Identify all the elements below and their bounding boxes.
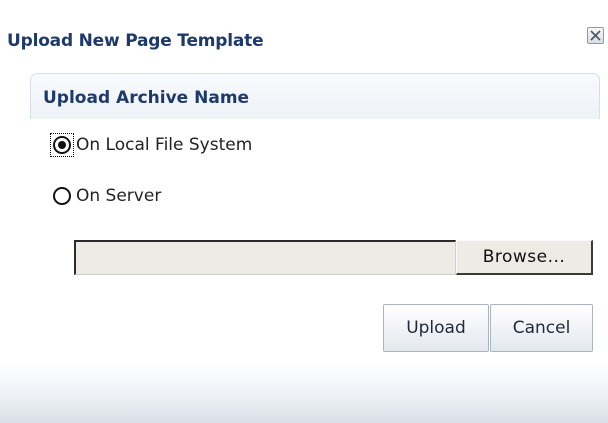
close-icon [590,30,601,41]
radio-focus-ring[interactable] [50,133,74,157]
radio-label-server[interactable]: On Server [76,186,161,206]
dialog-title: Upload New Page Template [7,31,264,51]
radio-option-local-file-system[interactable]: On Local File System [50,132,252,158]
radio-selected-dot [58,141,66,149]
file-path-input[interactable] [74,240,456,275]
close-button[interactable] [587,27,604,44]
cancel-button[interactable]: Cancel [490,304,593,352]
radio-button-local[interactable] [53,136,71,154]
section-title: Upload Archive Name [43,88,250,108]
dialog-title-bar: Upload New Page Template [0,0,608,70]
upload-page-template-dialog: Upload New Page Template Upload Archive … [0,0,608,423]
browse-button[interactable]: Browse... [456,240,593,275]
upload-button[interactable]: Upload [383,304,489,352]
upload-archive-section-header: Upload Archive Name [30,73,600,119]
radio-button-server[interactable] [53,187,71,205]
radio-wrap-server[interactable] [50,184,74,208]
radio-label-local[interactable]: On Local File System [76,135,252,155]
radio-option-server[interactable]: On Server [50,183,161,209]
